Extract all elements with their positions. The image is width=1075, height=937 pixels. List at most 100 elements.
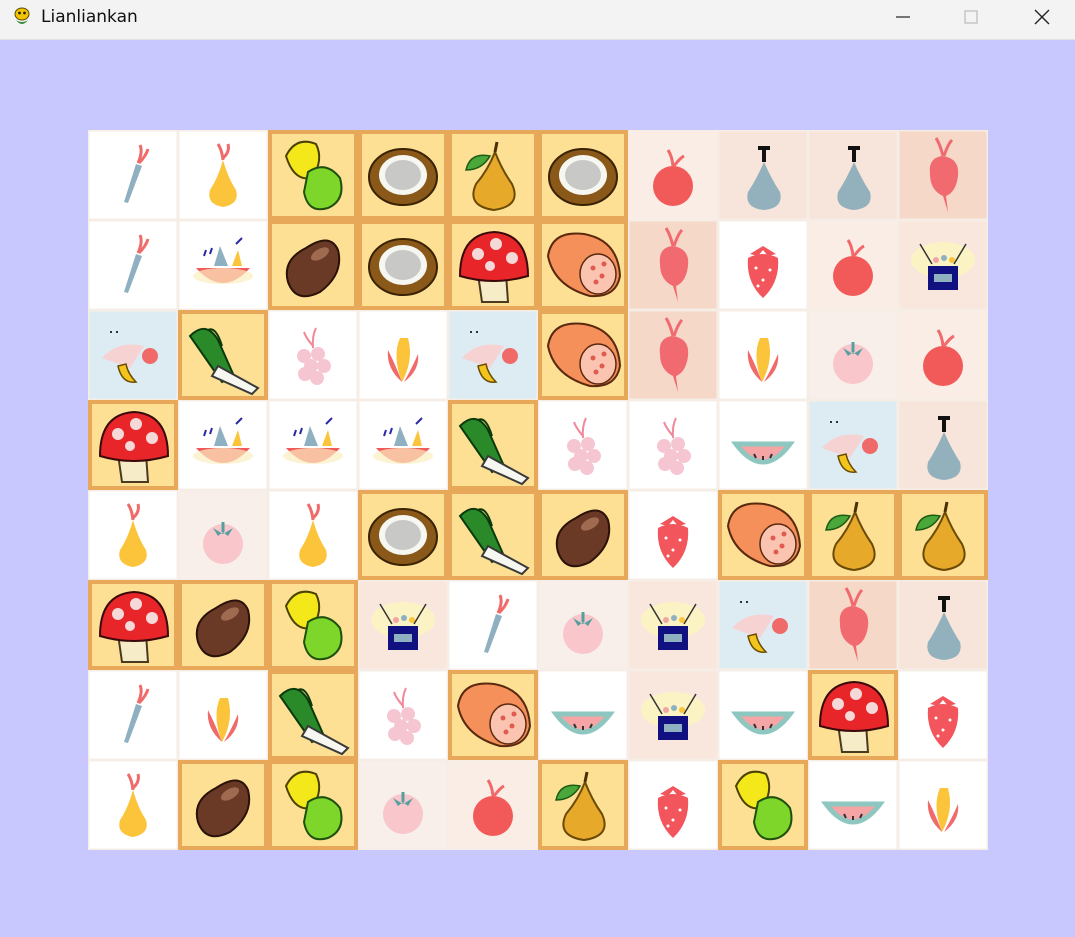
watermelon-icon [550,711,616,735]
tile-strawberry[interactable] [628,490,718,580]
tile-red-fruit[interactable] [628,130,718,220]
tile-potato[interactable] [178,580,268,670]
tile-banana-plate[interactable] [808,400,898,490]
tile-pear-orange[interactable] [898,490,988,580]
tile-watermelon[interactable] [808,760,898,850]
tile-corn-pepper[interactable] [268,130,358,220]
tile-fruit-basket[interactable] [178,400,268,490]
tile-red-fruit[interactable] [448,760,538,850]
tile-pear-yellow[interactable] [268,490,358,580]
tile-potato[interactable] [268,220,358,310]
tile-leek[interactable] [178,310,268,400]
tile-pear-gray[interactable] [808,130,898,220]
tile-radish[interactable] [808,580,898,670]
radish-icon [929,137,959,212]
tile-leek[interactable] [268,670,358,760]
tile-strawberry[interactable] [898,670,988,760]
corn-pepper-icon [268,580,358,670]
strawberry-icon [927,696,959,748]
carrot-icon [124,234,150,293]
tile-leek[interactable] [448,490,538,580]
tile-coconut[interactable] [538,130,628,220]
tile-corn-red[interactable] [358,310,448,400]
tile-pear-yellow[interactable] [88,490,178,580]
tile-corn-pepper[interactable] [268,760,358,850]
maximize-button[interactable] [948,0,994,34]
tile-pear-yellow[interactable] [88,760,178,850]
tile-tomato[interactable] [538,580,628,670]
tile-corn-red[interactable] [178,670,268,760]
tile-leek[interactable] [448,400,538,490]
tile-gift-box[interactable] [628,670,718,760]
carrot-icon [124,144,150,203]
tile-mushroom[interactable] [88,400,178,490]
tile-strawberry[interactable] [628,760,718,850]
tile-grapes[interactable] [358,670,448,760]
pear-yellow-icon [119,773,147,837]
tile-carrot[interactable] [88,130,178,220]
tile-carrot[interactable] [88,670,178,760]
tile-potato[interactable] [538,490,628,580]
tile-pear-gray[interactable] [718,130,808,220]
tile-gift-box[interactable] [358,580,448,670]
tile-ham[interactable] [718,490,808,580]
tile-carrot[interactable] [448,580,538,670]
tile-corn-red[interactable] [718,310,808,400]
gift-box-icon [911,242,975,290]
tile-coconut[interactable] [358,220,448,310]
tile-grapes[interactable] [538,400,628,490]
tile-mushroom[interactable] [88,580,178,670]
tile-radish[interactable] [628,310,718,400]
tile-corn-pepper[interactable] [268,580,358,670]
carrot-icon [484,594,510,653]
tile-banana-plate[interactable] [448,310,538,400]
mushroom-icon [88,400,178,490]
tile-red-fruit[interactable] [808,220,898,310]
tile-watermelon[interactable] [718,400,808,490]
tile-ham[interactable] [448,670,538,760]
tile-radish[interactable] [628,220,718,310]
tile-tomato[interactable] [178,490,268,580]
tile-pear-gray[interactable] [898,580,988,670]
red-fruit-icon [473,779,513,836]
tile-red-fruit[interactable] [898,310,988,400]
tile-pear-gray[interactable] [898,400,988,490]
tile-gift-box[interactable] [628,580,718,670]
tile-grapes[interactable] [628,400,718,490]
tile-pear-yellow[interactable] [178,130,268,220]
minimize-button[interactable] [880,0,926,34]
tile-strawberry[interactable] [718,220,808,310]
tile-pear-orange[interactable] [538,760,628,850]
tile-pear-orange[interactable] [448,130,538,220]
tile-ham[interactable] [538,310,628,400]
tile-pear-orange[interactable] [808,490,898,580]
tile-fruit-basket[interactable] [178,220,268,310]
tile-mushroom[interactable] [808,670,898,760]
tile-coconut[interactable] [358,130,448,220]
tile-carrot[interactable] [88,220,178,310]
potato-icon [538,490,628,580]
mushroom-icon [88,580,178,670]
tile-fruit-basket[interactable] [358,400,448,490]
tile-ham[interactable] [538,220,628,310]
red-fruit-icon [923,329,963,386]
watermelon-icon [730,711,796,735]
fruit-basket-icon [373,417,433,464]
tile-tomato[interactable] [808,310,898,400]
ham-icon [448,670,538,760]
tile-watermelon[interactable] [538,670,628,760]
close-button[interactable] [1019,0,1065,34]
tile-grapes[interactable] [268,310,358,400]
tile-banana-plate[interactable] [88,310,178,400]
tile-mushroom[interactable] [448,220,538,310]
tile-radish[interactable] [898,130,988,220]
tile-corn-red[interactable] [898,760,988,850]
tile-banana-plate[interactable] [718,580,808,670]
tile-tomato[interactable] [358,760,448,850]
tile-fruit-basket[interactable] [268,400,358,490]
tile-watermelon[interactable] [718,670,808,760]
tile-gift-box[interactable] [898,220,988,310]
tile-potato[interactable] [178,760,268,850]
tile-coconut[interactable] [358,490,448,580]
tile-corn-pepper[interactable] [718,760,808,850]
